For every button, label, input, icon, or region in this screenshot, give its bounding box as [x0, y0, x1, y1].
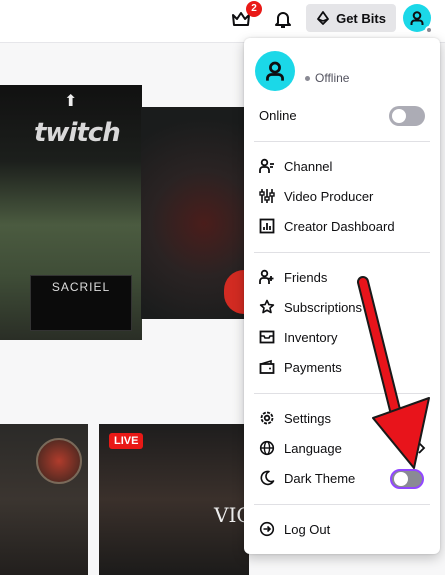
menu-item-label: Dark Theme — [284, 470, 356, 486]
menu-item-subscriptions[interactable]: Subscriptions — [259, 296, 362, 318]
toggle-knob — [392, 109, 406, 123]
gear-icon — [259, 410, 275, 426]
menu-item-language[interactable]: Language — [259, 437, 342, 459]
online-toggle[interactable] — [389, 106, 425, 126]
presence-dot — [425, 26, 433, 34]
menu-item-label: Settings — [284, 410, 331, 426]
video-thumbnail[interactable] — [0, 424, 88, 575]
menu-item-label: Payments — [284, 359, 342, 375]
menu-item-dark-theme[interactable]: Dark Theme — [259, 467, 355, 489]
menu-item-label: Inventory — [284, 329, 338, 345]
divider — [254, 393, 430, 394]
online-toggle-label: Online — [259, 108, 297, 123]
live-badge: LIVE — [109, 433, 144, 449]
menu-item-creator-dashboard[interactable]: Creator Dashboard — [259, 215, 395, 237]
menu-item-inventory[interactable]: Inventory — [259, 326, 337, 348]
user-icon — [266, 61, 284, 81]
video-producer-icon — [259, 188, 275, 204]
dark-theme-toggle[interactable] — [390, 469, 424, 489]
divider — [254, 504, 430, 505]
logout-icon — [259, 521, 275, 537]
channel-emblem — [224, 270, 244, 314]
menu-item-label: Log Out — [284, 521, 331, 537]
divider — [254, 141, 430, 142]
user-icon — [410, 11, 424, 25]
status-dot — [305, 75, 310, 81]
bits-gem-icon — [317, 11, 329, 25]
friends-icon — [259, 269, 275, 285]
menu-item-label: Friends — [284, 269, 328, 285]
menu-item-video-producer[interactable]: Video Producer — [259, 185, 373, 207]
status-label: Offline — [315, 71, 350, 85]
video-thumbnail[interactable]: ⬆ twitch SACRIEL — [0, 85, 142, 340]
get-bits-button[interactable]: Get Bits — [306, 4, 396, 32]
toggle-knob — [394, 472, 408, 486]
menu-item-label: Creator Dashboard — [284, 218, 395, 234]
menu-item-log-out[interactable]: Log Out — [259, 518, 330, 540]
menu-item-channel[interactable]: Channel — [259, 155, 332, 177]
top-nav-bar: 2 Get Bits — [0, 0, 445, 43]
wallet-icon — [259, 359, 275, 375]
menu-item-friends[interactable]: Friends — [259, 266, 327, 288]
divider — [254, 252, 430, 253]
get-bits-label: Get Bits — [336, 10, 386, 26]
menu-item-label: Channel — [284, 158, 333, 174]
stream-emblem — [36, 438, 82, 484]
menu-item-label: Subscriptions — [284, 299, 363, 315]
globe-icon — [259, 440, 275, 456]
channel-icon — [259, 158, 275, 174]
bell-icon[interactable] — [272, 8, 294, 30]
presence-status: Offline — [305, 71, 349, 85]
menu-item-label: Video Producer — [284, 188, 374, 204]
chevron-right-icon[interactable] — [416, 442, 426, 454]
moon-icon — [259, 470, 275, 486]
notification-count-badge: 2 — [246, 1, 262, 17]
dashboard-icon — [259, 218, 275, 234]
menu-item-payments[interactable]: Payments — [259, 356, 342, 378]
channel-overlay: SACRIEL — [30, 275, 132, 331]
avatar[interactable] — [255, 51, 295, 91]
arrow-up-icon: ⬆ — [64, 93, 78, 110]
user-dropdown-menu: Offline Online Channel Video Producer Cr… — [244, 38, 440, 554]
star-icon — [259, 299, 275, 315]
menu-item-label: Language — [284, 440, 342, 456]
menu-item-settings[interactable]: Settings — [259, 407, 331, 429]
video-thumbnail[interactable] — [141, 107, 246, 319]
twitch-logo-text: twitch — [34, 118, 121, 148]
inventory-icon — [259, 329, 275, 345]
